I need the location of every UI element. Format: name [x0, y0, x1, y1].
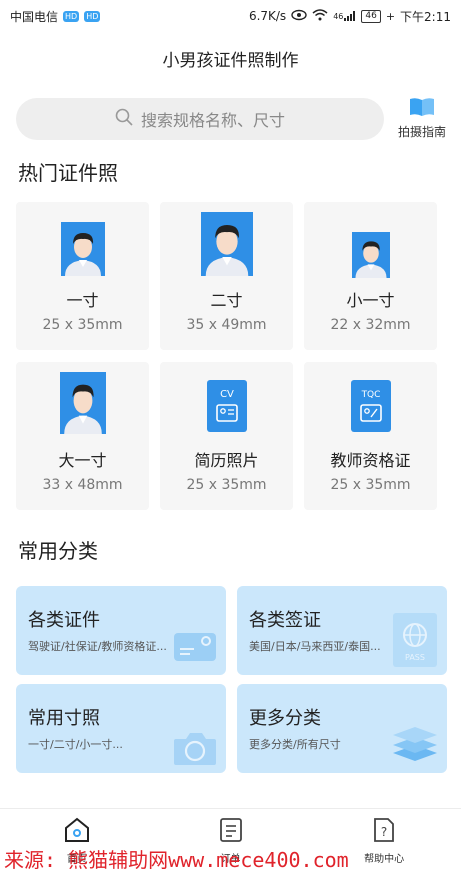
- svg-text:TQC: TQC: [360, 390, 380, 400]
- photo-card-large-1cun[interactable]: 大一寸 33 x 48mm: [16, 362, 149, 510]
- passport-icon: PASS: [393, 613, 437, 671]
- portrait-thumbnail: [59, 372, 106, 434]
- order-list-icon: [219, 817, 243, 846]
- categories-section-title: 常用分类: [18, 539, 98, 563]
- signal-label: 46: [333, 12, 344, 21]
- portrait-thumbnail: [60, 222, 105, 276]
- carrier-label: 中国电信: [10, 9, 59, 24]
- category-certificates[interactable]: 各类证件 驾驶证/社保证/教师资格证...: [16, 586, 226, 675]
- category-visas[interactable]: 各类签证 美国/日本/马来西亚/泰国... PASS: [237, 586, 447, 675]
- category-subtitle: 美国/日本/马来西亚/泰国...: [249, 640, 381, 653]
- photo-card-1cun[interactable]: 一寸 25 x 35mm: [16, 202, 149, 350]
- category-common-sizes[interactable]: 常用寸照 一寸/二寸/小一寸...: [16, 684, 226, 773]
- eye-icon: [291, 9, 307, 24]
- book-icon: [408, 96, 436, 121]
- shooting-guide-button[interactable]: 拍摄指南: [394, 96, 450, 140]
- category-more[interactable]: 更多分类 更多分类/所有尺寸: [237, 684, 447, 773]
- status-bar: 中国电信 HD HD 6.7K/s 46 46 + 下午2:11: [0, 0, 461, 32]
- home-icon: [63, 817, 91, 846]
- watermark-text: 来源: 熊猫辅助网www.mece400.com: [4, 848, 349, 872]
- status-left: 中国电信 HD HD: [10, 8, 101, 25]
- wifi-icon: [312, 8, 328, 24]
- card-size: 25 x 35mm: [42, 317, 123, 333]
- battery-icon: 46: [361, 9, 381, 23]
- card-name: 教师资格证: [330, 451, 411, 470]
- hd-badge: HD: [84, 10, 101, 22]
- photo-card-2cun[interactable]: 二寸 35 x 49mm: [160, 202, 293, 350]
- status-right: 6.7K/s 46 46 + 下午2:11: [249, 8, 451, 25]
- category-subtitle: 一寸/二寸/小一寸...: [28, 738, 123, 751]
- signal-icon: 46: [333, 11, 356, 21]
- category-subtitle: 驾驶证/社保证/教师资格证...: [28, 640, 167, 653]
- card-name: 大一寸: [58, 451, 107, 470]
- clock: 下午2:11: [400, 9, 451, 24]
- svg-text:?: ?: [381, 825, 387, 839]
- card-size: 25 x 35mm: [186, 477, 267, 493]
- card-size: 33 x 48mm: [42, 477, 123, 493]
- photo-card-teacher-cert[interactable]: TQC 教师资格证 25 x 35mm: [304, 362, 437, 510]
- help-doc-icon: ?: [372, 817, 396, 846]
- svg-text:CV: CV: [220, 389, 234, 400]
- card-size: 35 x 49mm: [186, 317, 267, 333]
- card-name: 小一寸: [346, 291, 395, 310]
- card-name: 一寸: [66, 291, 99, 310]
- search-icon: [115, 108, 133, 130]
- svg-text:PASS: PASS: [405, 653, 425, 662]
- portrait-thumbnail: [200, 212, 253, 276]
- search-input[interactable]: 搜索规格名称、尺寸: [16, 98, 384, 140]
- category-title: 常用寸照: [28, 708, 100, 729]
- camera-icon: [172, 729, 218, 771]
- id-card-icon: [172, 627, 218, 667]
- card-name: 二寸: [210, 291, 243, 310]
- search-placeholder: 搜索规格名称、尺寸: [140, 111, 285, 130]
- category-subtitle: 更多分类/所有尺寸: [249, 738, 341, 751]
- portrait-thumbnail: [351, 232, 390, 278]
- tab-label: 帮助中心: [364, 853, 405, 865]
- hd-badge: HD: [63, 10, 80, 22]
- layers-icon: [391, 723, 439, 767]
- photo-card-resume[interactable]: CV 简历照片 25 x 35mm: [160, 362, 293, 510]
- guide-label: 拍摄指南: [397, 125, 446, 139]
- card-size: 25 x 35mm: [330, 477, 411, 493]
- resume-doc-icon: CV: [206, 380, 247, 432]
- charging-icon: +: [385, 9, 396, 23]
- card-size: 22 x 32mm: [330, 317, 411, 333]
- card-name: 简历照片: [194, 451, 259, 470]
- net-speed: 6.7K/s: [248, 9, 287, 23]
- page-title: 小男孩证件照制作: [162, 51, 299, 71]
- certificate-doc-icon: TQC: [350, 380, 391, 432]
- hot-section-title: 热门证件照: [18, 161, 118, 185]
- photo-card-small-1cun[interactable]: 小一寸 22 x 32mm: [304, 202, 437, 350]
